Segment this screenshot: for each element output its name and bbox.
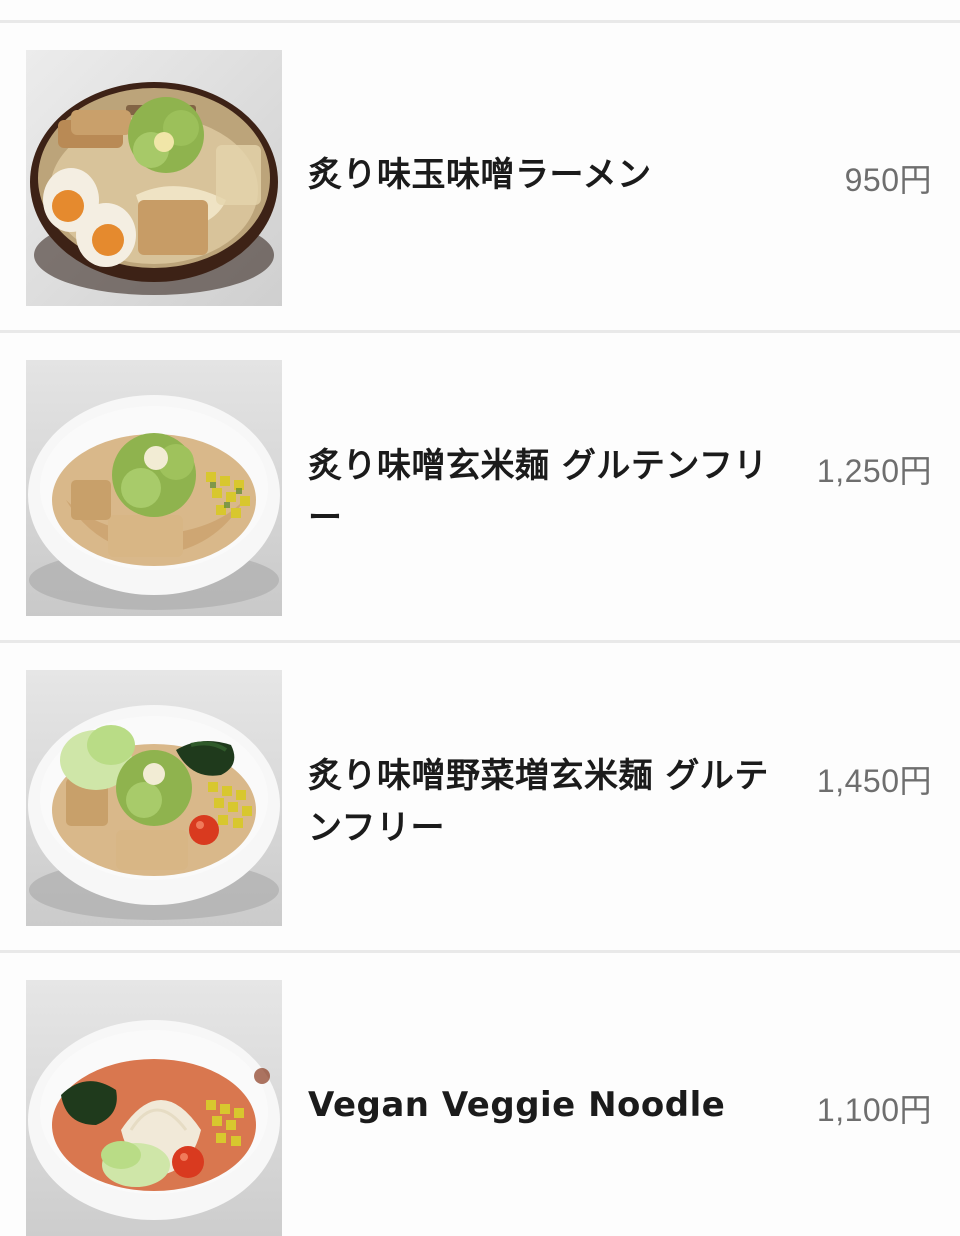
item-name: 炙り味噌玄米麺 グルテンフリー bbox=[308, 446, 768, 538]
item-price: 1,250円 bbox=[816, 453, 932, 489]
menu-item[interactable]: 炙り味噌玄米麺 グルテンフリー 1,250円 bbox=[0, 333, 960, 643]
item-price: 950円 bbox=[844, 162, 932, 198]
vegan-veggie-noodle-photo bbox=[26, 980, 282, 1236]
miso-ramen-egg-photo bbox=[26, 50, 282, 306]
menu-item[interactable]: 炙り味玉味噌ラーメン 950円 bbox=[0, 23, 960, 333]
miso-veggie-brown-rice-noodle-photo bbox=[26, 670, 282, 926]
item-name: 炙り味玉味噌ラーメン bbox=[308, 155, 652, 195]
menu-list: 炙り味玉味噌ラーメン 950円 炙り味噌玄米麺 グルテンフリー 1,250円 炙… bbox=[0, 23, 960, 1236]
item-name: 炙り味噌野菜増玄米麺 グルテンフリー bbox=[308, 756, 769, 848]
menu-item[interactable]: 炙り味噌野菜増玄米麺 グルテンフリー 1,450円 bbox=[0, 643, 960, 953]
item-price: 1,100円 bbox=[816, 1092, 932, 1128]
item-name: Vegan Veggie Noodle bbox=[308, 1085, 726, 1125]
menu-item[interactable]: Vegan Veggie Noodle 1,100円 bbox=[0, 953, 960, 1236]
miso-brown-rice-noodle-photo bbox=[26, 360, 282, 616]
item-price: 1,450円 bbox=[816, 763, 932, 799]
